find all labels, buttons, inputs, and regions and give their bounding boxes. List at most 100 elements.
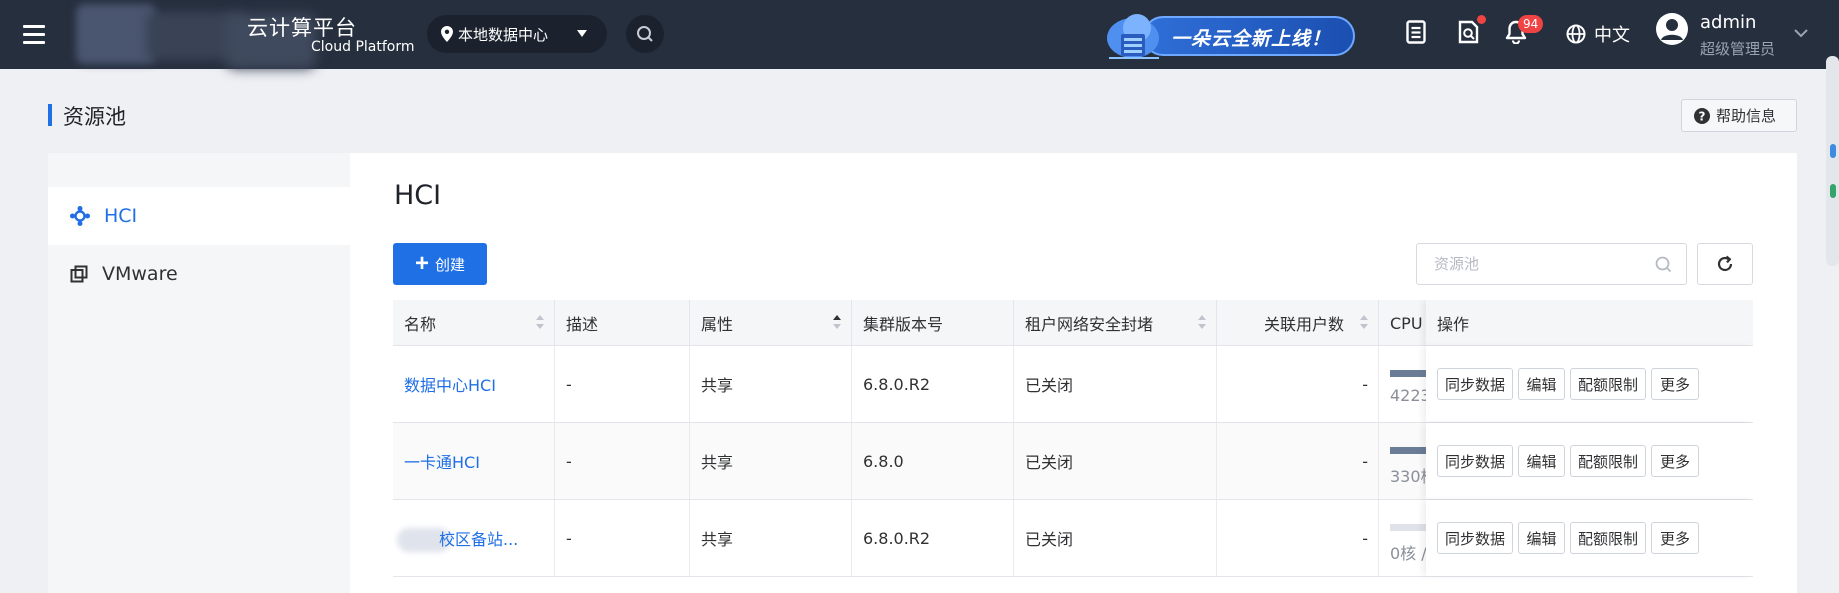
cell-attr: 共享	[690, 500, 852, 576]
user-name: admin	[1700, 12, 1757, 33]
vmware-icon	[70, 265, 88, 283]
location-pin-icon	[441, 26, 453, 42]
more-button[interactable]: 更多	[1651, 445, 1699, 477]
quota-limit-button[interactable]: 配额限制	[1570, 368, 1646, 400]
brand-title: 云计算平台	[247, 16, 357, 40]
create-button[interactable]: + 创建	[393, 243, 487, 285]
top-navbar: 云计算平台 Cloud Platform 本地数据中心 一朵云全新上线！ 94 …	[0, 0, 1839, 69]
cell-version: 6.8.0	[852, 423, 1014, 499]
cell-users: -	[1217, 346, 1379, 422]
cell-security: 已关闭	[1014, 500, 1217, 576]
cpu-usage-bar	[1390, 370, 1430, 377]
sync-data-button[interactable]: 同步数据	[1437, 522, 1513, 554]
page-title: 资源池	[63, 105, 126, 129]
sort-icon[interactable]	[1360, 315, 1368, 331]
menu-toggle-icon[interactable]	[0, 0, 67, 69]
hci-icon	[70, 206, 90, 226]
nav-item-hci[interactable]: HCI	[48, 187, 350, 245]
cell-version: 6.8.0.R2	[852, 346, 1014, 422]
user-role: 超级管理员	[1700, 40, 1776, 58]
edit-button[interactable]: 编辑	[1518, 522, 1565, 554]
more-button[interactable]: 更多	[1651, 368, 1699, 400]
sort-icon[interactable]	[536, 315, 544, 331]
column-header-attr[interactable]: 属性	[690, 300, 852, 346]
cpu-usage-text: 4223	[1390, 386, 1431, 405]
task-list-icon[interactable]	[1406, 20, 1426, 44]
sort-icon[interactable]	[833, 315, 841, 331]
cell-users: -	[1217, 500, 1379, 576]
cell-attr: 共享	[690, 423, 852, 499]
brand-subtitle: Cloud Platform	[311, 39, 415, 55]
row-actions: 同步数据 编辑 配额限制 更多	[1426, 500, 1753, 576]
quota-limit-button[interactable]: 配额限制	[1570, 445, 1646, 477]
cloud-server-icon	[1107, 14, 1159, 59]
cpu-usage-text: 0核 /	[1390, 544, 1427, 563]
chevron-down-icon[interactable]	[1794, 28, 1808, 38]
help-label: 帮助信息	[1716, 107, 1777, 125]
table-row: 校区备站... - 共享 6.8.0.R2 已关闭 -0核 / 同步数据 编辑 配额限制 更多	[393, 500, 1753, 577]
document-alert-dot	[1477, 15, 1486, 24]
section-title: HCI	[394, 180, 442, 211]
search-icon[interactable]	[1655, 256, 1672, 273]
resource-pool-table: 名称 描述 属性 集群版本号 租户网络安全封堵 关联用户数 CPU 操作 数据中…	[393, 300, 1753, 593]
cpu-usage-bar	[1390, 447, 1430, 454]
column-header-version: 集群版本号	[852, 300, 1014, 346]
row-actions: 同步数据 编辑 配额限制 更多	[1426, 423, 1753, 499]
nav-item-label: HCI	[104, 205, 138, 227]
table-row: 数据中心HCI - 共享 6.8.0.R2 已关闭 -4223 同步数据 编辑 配额限制 更多	[393, 346, 1753, 423]
chevron-down-icon	[577, 30, 587, 37]
language-switcher[interactable]: 中文	[1566, 21, 1630, 47]
global-search-button[interactable]	[626, 15, 664, 53]
edit-button[interactable]: 编辑	[1518, 445, 1565, 477]
page-title-accent	[48, 104, 52, 126]
quota-limit-button[interactable]: 配额限制	[1570, 522, 1646, 554]
search-input[interactable]	[1417, 244, 1647, 284]
create-label: 创建	[435, 256, 466, 274]
column-header-name[interactable]: 名称	[393, 300, 555, 346]
datacenter-label: 本地数据中心	[458, 25, 549, 44]
cpu-usage-bar	[1390, 524, 1430, 531]
promo-banner[interactable]: 一朵云全新上线！	[1103, 8, 1355, 60]
language-label: 中文	[1594, 25, 1630, 46]
user-menu[interactable]: admin 超级管理员	[1655, 12, 1775, 58]
column-header-security[interactable]: 租户网络安全封堵	[1014, 300, 1217, 346]
help-button[interactable]: ? 帮助信息	[1681, 99, 1797, 132]
edit-button[interactable]: 编辑	[1518, 368, 1565, 400]
document-search-icon[interactable]	[1458, 20, 1480, 44]
plus-icon: +	[414, 250, 429, 277]
cell-name[interactable]: 一卡通HCI	[393, 423, 555, 499]
cell-desc: -	[555, 500, 690, 576]
help-icon: ?	[1694, 107, 1710, 124]
globe-icon	[1566, 24, 1586, 44]
side-scrollbar[interactable]	[1826, 56, 1839, 266]
refresh-icon	[1717, 255, 1733, 272]
cell-users: -	[1217, 423, 1379, 499]
nav-item-vmware[interactable]: VMware	[48, 245, 350, 303]
cell-name[interactable]: 校区备站...	[393, 500, 555, 576]
datacenter-select[interactable]: 本地数据中心	[427, 15, 607, 53]
row-actions: 同步数据 编辑 配额限制 更多	[1426, 346, 1753, 422]
nav-item-label: VMware	[102, 263, 178, 285]
resource-pool-search	[1416, 243, 1687, 285]
column-header-desc: 描述	[555, 300, 690, 346]
logo	[76, 4, 316, 70]
promo-text: 一朵云全新上线！	[1171, 28, 1332, 50]
cell-name[interactable]: 数据中心HCI	[393, 346, 555, 422]
column-header-actions: 操作	[1426, 300, 1753, 346]
cell-version: 6.8.0.R2	[852, 500, 1014, 576]
cell-security: 已关闭	[1014, 423, 1217, 499]
notification-badge: 94	[1518, 15, 1544, 33]
table-row: 一卡通HCI - 共享 6.8.0 已关闭 -330核 同步数据 编辑 配额限制 更多	[393, 423, 1753, 500]
sort-icon[interactable]	[1198, 315, 1206, 331]
cell-security: 已关闭	[1014, 346, 1217, 422]
avatar	[1656, 13, 1688, 45]
sync-data-button[interactable]: 同步数据	[1437, 368, 1513, 400]
sync-data-button[interactable]: 同步数据	[1437, 445, 1513, 477]
cell-desc: -	[555, 346, 690, 422]
search-icon	[637, 26, 653, 42]
refresh-button[interactable]	[1697, 243, 1753, 285]
more-button[interactable]: 更多	[1651, 522, 1699, 554]
cell-desc: -	[555, 423, 690, 499]
column-header-users[interactable]: 关联用户数	[1217, 300, 1379, 346]
cell-attr: 共享	[690, 346, 852, 422]
